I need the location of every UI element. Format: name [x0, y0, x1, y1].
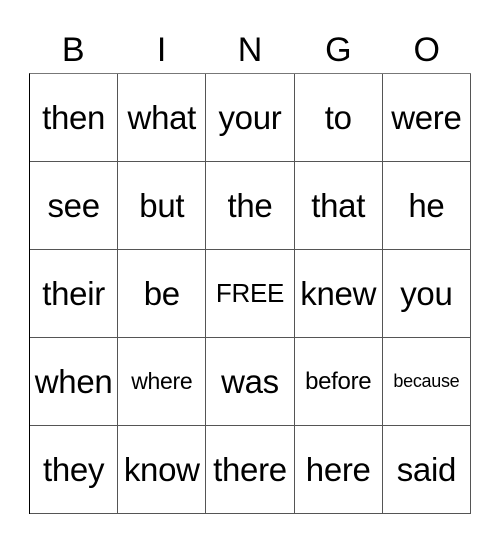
bingo-cell[interactable]: their — [30, 250, 119, 338]
bingo-cell[interactable]: what — [118, 74, 207, 162]
header-letter-b: B — [61, 31, 85, 69]
bingo-cell[interactable]: know — [118, 426, 207, 514]
bingo-cell[interactable]: you — [382, 250, 471, 338]
bingo-cell[interactable]: he — [382, 162, 471, 250]
bingo-cell[interactable]: your — [206, 74, 295, 162]
bingo-header: B I N G O — [29, 28, 471, 72]
bingo-cell[interactable]: then — [30, 74, 119, 162]
bingo-cell[interactable]: the — [206, 162, 295, 250]
bingo-cell[interactable]: where — [118, 338, 207, 426]
bingo-cell[interactable]: were — [382, 74, 471, 162]
bingo-cell[interactable]: be — [118, 250, 207, 338]
header-letter-o: O — [413, 31, 440, 69]
header-letter-n: N — [237, 31, 263, 69]
bingo-grid: then what your to were see but the that … — [29, 73, 471, 514]
bingo-cell[interactable]: was — [206, 338, 295, 426]
bingo-cell[interactable]: when — [30, 338, 119, 426]
bingo-cell[interactable]: because — [382, 338, 471, 426]
bingo-cell[interactable]: before — [294, 338, 383, 426]
bingo-cell[interactable]: here — [294, 426, 383, 514]
free-space-cell[interactable]: FREE — [206, 250, 295, 338]
header-letter-i: I — [156, 31, 167, 69]
bingo-cell[interactable]: knew — [294, 250, 383, 338]
bingo-cell[interactable]: that — [294, 162, 383, 250]
bingo-cell[interactable]: said — [382, 426, 471, 514]
bingo-cell[interactable]: see — [30, 162, 119, 250]
header-letter-g: G — [325, 31, 352, 69]
bingo-cell[interactable]: to — [294, 74, 383, 162]
bingo-cell[interactable]: but — [118, 162, 207, 250]
bingo-cell[interactable]: they — [30, 426, 119, 514]
bingo-cell[interactable]: there — [206, 426, 295, 514]
